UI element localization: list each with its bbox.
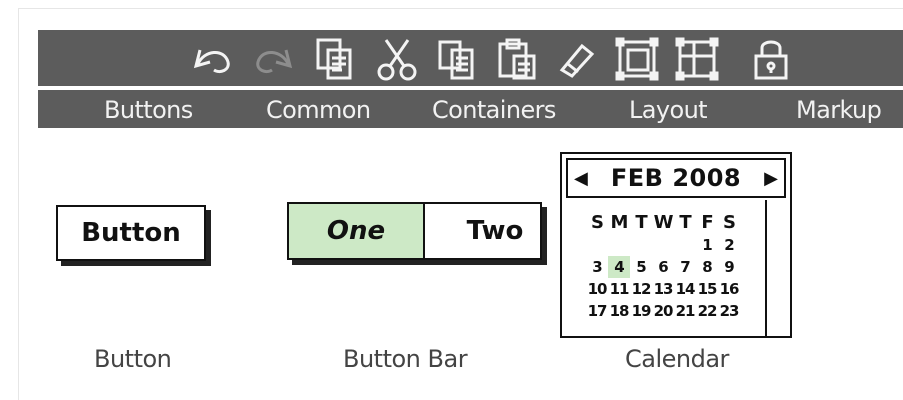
button-bar-segment-two[interactable]: Two bbox=[425, 204, 540, 258]
button-bar-widget[interactable]: One Two bbox=[287, 202, 542, 260]
calendar-next-arrow-icon[interactable]: ▶ bbox=[764, 168, 778, 189]
calendar-day[interactable]: 5 bbox=[630, 256, 652, 278]
calendar-day[interactable]: 13 bbox=[652, 278, 674, 300]
calendar-day[interactable]: 9 bbox=[718, 256, 740, 278]
calendar-weekday-row: S M T W T F S bbox=[586, 212, 756, 234]
undo-button[interactable] bbox=[188, 34, 238, 84]
calendar-week-row: 10 11 12 13 14 15 16 bbox=[586, 278, 756, 300]
calendar-day[interactable]: 2 bbox=[718, 234, 740, 256]
cut-icon bbox=[377, 39, 417, 81]
ungroup-icon bbox=[675, 37, 719, 81]
calendar-week-row: 17 18 19 20 21 22 23 bbox=[586, 300, 756, 322]
copy-button[interactable] bbox=[432, 34, 482, 84]
group-button[interactable] bbox=[612, 34, 662, 84]
calendar-weekday: S bbox=[591, 212, 604, 233]
calendar-day[interactable]: 8 bbox=[696, 256, 718, 278]
undo-icon bbox=[193, 49, 230, 74]
calendar-week-row: 1 2 bbox=[586, 234, 756, 256]
paste-icon bbox=[498, 38, 536, 80]
calendar-header: ◀ FEB 2008 ▶ bbox=[566, 158, 786, 198]
calendar-grid: S M T W T F S 1 2 3 4 5 6 7 8 9 10 11 12… bbox=[586, 212, 756, 322]
calendar-day[interactable]: 3 bbox=[586, 256, 608, 278]
calendar-widget[interactable]: ◀ FEB 2008 ▶ S M T W T F S 1 2 3 4 5 6 7 bbox=[560, 152, 792, 338]
tab-common[interactable]: Common bbox=[266, 90, 371, 128]
calendar-week-row: 3 4 5 6 7 8 9 bbox=[586, 256, 756, 278]
calendar-day[interactable]: 23 bbox=[718, 300, 740, 322]
copy-icon bbox=[438, 40, 474, 80]
eraser-button[interactable] bbox=[552, 34, 602, 84]
calendar-day[interactable]: 10 bbox=[586, 278, 608, 300]
calendar-day[interactable]: 20 bbox=[652, 300, 674, 322]
cut-button[interactable] bbox=[372, 34, 422, 84]
eraser-icon bbox=[559, 43, 595, 78]
redo-icon bbox=[256, 49, 293, 74]
calendar-day[interactable]: 14 bbox=[674, 278, 696, 300]
button-bar-widget-caption: Button Bar bbox=[343, 345, 468, 373]
tab-markup[interactable]: Markup bbox=[796, 90, 882, 128]
calendar-weekday: M bbox=[610, 212, 629, 233]
calendar-scrollbar[interactable] bbox=[765, 200, 783, 336]
calendar-day-highlighted[interactable]: 4 bbox=[608, 256, 630, 278]
calendar-day[interactable]: 7 bbox=[674, 256, 696, 278]
lock-button[interactable] bbox=[746, 34, 796, 84]
button-widget-caption: Button bbox=[94, 345, 172, 373]
calendar-day[interactable]: 21 bbox=[674, 300, 696, 322]
calendar-day[interactable]: 6 bbox=[652, 256, 674, 278]
category-tab-bar: Buttons Common Containers Layout Markup bbox=[38, 90, 903, 128]
calendar-month-label: FEB 2008 bbox=[610, 164, 742, 192]
calendar-day[interactable]: 22 bbox=[696, 300, 718, 322]
button-bar-segment-one[interactable]: One bbox=[289, 204, 425, 258]
calendar-widget-caption: Calendar bbox=[625, 345, 729, 373]
calendar-weekday: T bbox=[635, 212, 647, 233]
lock-icon bbox=[754, 40, 788, 80]
calendar-weekday: T bbox=[679, 212, 691, 233]
calendar-weekday: W bbox=[653, 212, 674, 233]
calendar-day[interactable]: 11 bbox=[608, 278, 630, 300]
redo-button[interactable] bbox=[248, 34, 298, 84]
calendar-day[interactable]: 17 bbox=[586, 300, 608, 322]
duplicate-icon bbox=[316, 38, 352, 80]
calendar-day[interactable]: 19 bbox=[630, 300, 652, 322]
calendar-day[interactable] bbox=[652, 234, 674, 256]
calendar-day[interactable]: 12 bbox=[630, 278, 652, 300]
calendar-weekday: S bbox=[723, 212, 736, 233]
button-widget[interactable]: Button bbox=[56, 205, 206, 261]
group-icon bbox=[615, 37, 659, 81]
calendar-weekday: F bbox=[701, 212, 713, 233]
tab-layout[interactable]: Layout bbox=[629, 90, 708, 128]
calendar-day[interactable] bbox=[608, 234, 630, 256]
paste-button[interactable] bbox=[492, 34, 542, 84]
calendar-day[interactable] bbox=[674, 234, 696, 256]
toolbar bbox=[38, 30, 903, 86]
tab-buttons[interactable]: Buttons bbox=[104, 90, 193, 128]
calendar-day[interactable] bbox=[586, 234, 608, 256]
calendar-day[interactable]: 18 bbox=[608, 300, 630, 322]
calendar-day[interactable]: 15 bbox=[696, 278, 718, 300]
ungroup-button[interactable] bbox=[672, 34, 722, 84]
duplicate-button[interactable] bbox=[310, 34, 360, 84]
calendar-prev-arrow-icon[interactable]: ◀ bbox=[574, 168, 588, 189]
calendar-day[interactable] bbox=[630, 234, 652, 256]
tab-containers[interactable]: Containers bbox=[432, 90, 556, 128]
calendar-day[interactable]: 16 bbox=[718, 278, 740, 300]
calendar-day[interactable]: 1 bbox=[696, 234, 718, 256]
